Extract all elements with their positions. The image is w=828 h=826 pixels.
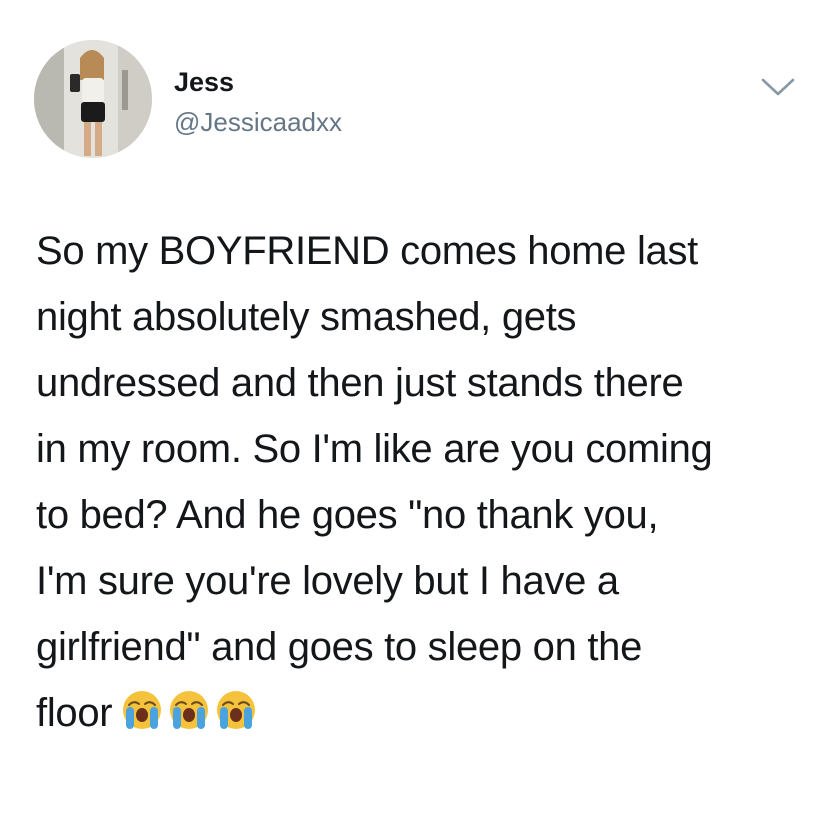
tweet-line: girlfriend" and goes to sleep on the — [36, 625, 643, 669]
loudly-crying-face-icon — [120, 688, 164, 732]
user-handle[interactable]: @Jessicaadxx — [174, 106, 342, 138]
tweet-text: So my BOYFRIEND comes home last night ab… — [36, 218, 806, 746]
chevron-down-icon[interactable] — [760, 76, 796, 98]
loudly-crying-face-icon — [214, 688, 258, 732]
avatar-photo — [34, 40, 152, 158]
tweet-line: So my BOYFRIEND comes home last — [36, 229, 698, 273]
display-name[interactable]: Jess — [174, 66, 234, 98]
tweet-line: undressed and then just stands there — [36, 361, 684, 405]
tweet-line: I'm sure you're lovely but I have a — [36, 559, 619, 603]
tweet-line: in my room. So I'm like are you coming — [36, 427, 713, 471]
tweet-line: night absolutely smashed, gets — [36, 295, 577, 339]
avatar[interactable] — [34, 40, 152, 158]
tweet-last-line: floor — [36, 680, 806, 746]
emoji-row — [120, 686, 261, 752]
tweet-line: to bed? And he goes "no thank you, — [36, 493, 659, 537]
loudly-crying-face-icon — [167, 688, 211, 732]
tweet-card: Jess @Jessicaadxx So my BOYFRIEND comes … — [0, 0, 828, 826]
tweet-line: floor — [36, 691, 113, 735]
